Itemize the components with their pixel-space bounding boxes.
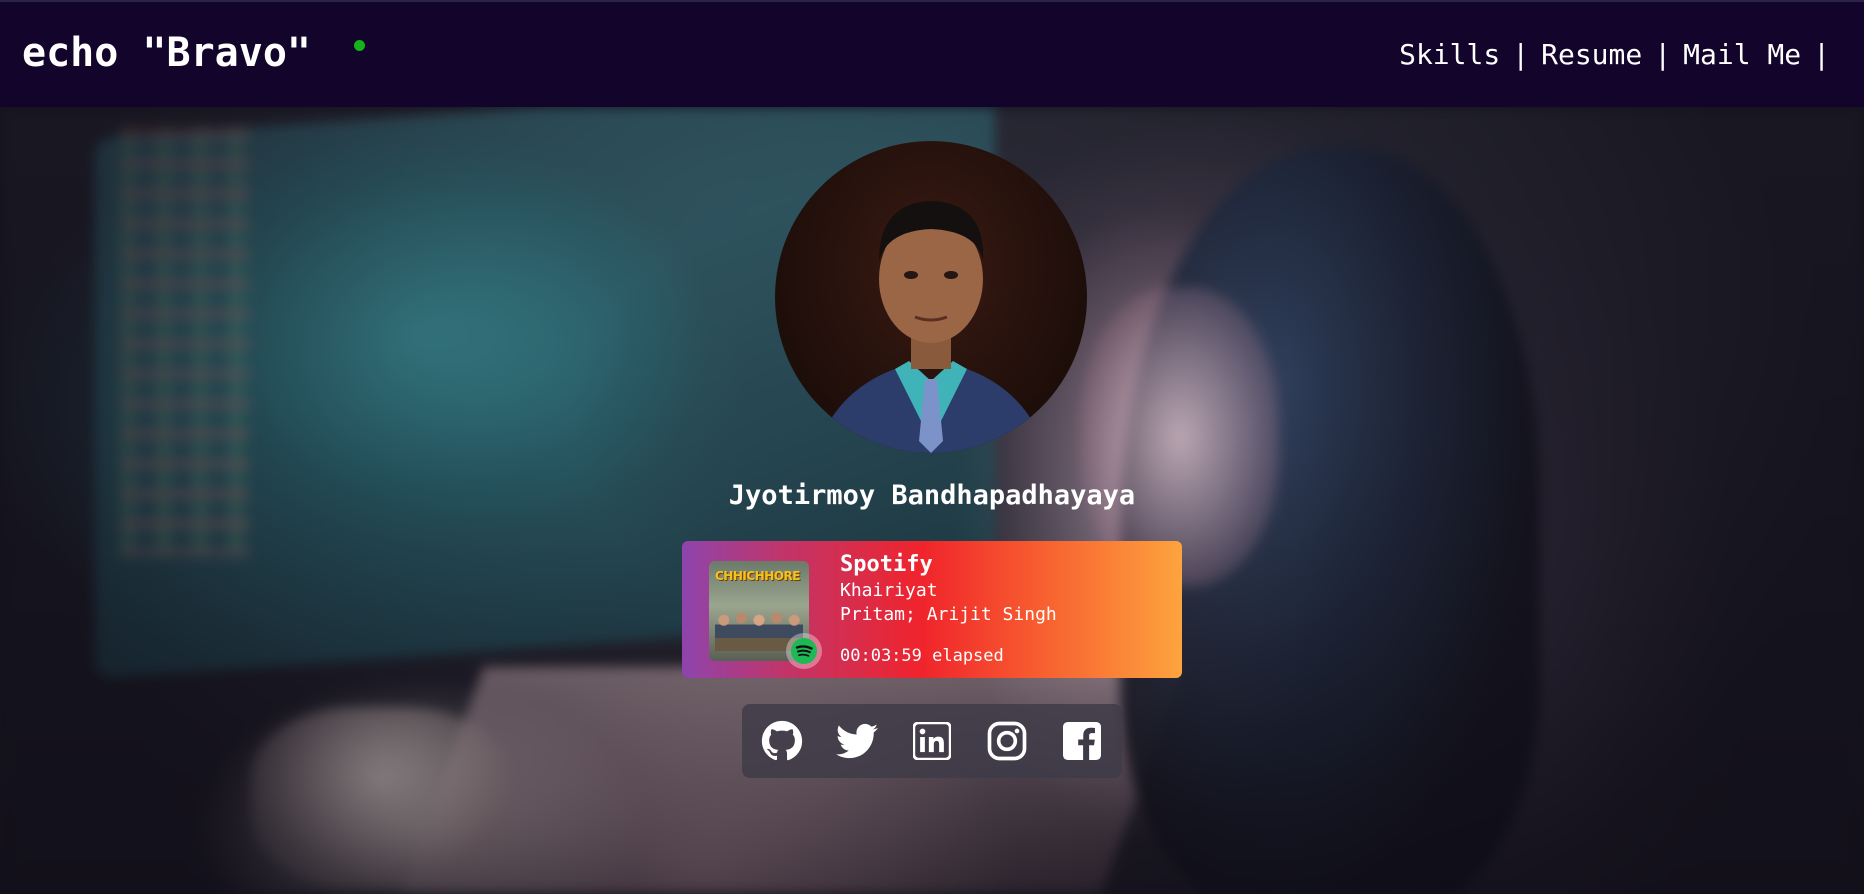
nav-link-skills[interactable]: Skills: [1399, 38, 1500, 71]
main-nav: Skills | Resume | Mail Me |: [1399, 38, 1842, 71]
album-art-title: CHHICHHORE: [715, 569, 800, 583]
nav-separator: |: [1512, 38, 1530, 71]
now-playing-source: Spotify: [840, 552, 933, 577]
top-navbar: echo "Bravo" Skills | Resume | Mail Me |: [0, 0, 1864, 107]
facebook-icon: [1063, 722, 1101, 760]
page: echo "Bravo" Skills | Resume | Mail Me | J: [0, 0, 1864, 894]
twitter-icon: [836, 723, 878, 759]
facebook-link[interactable]: [1060, 719, 1104, 763]
elapsed-time: 00:03:59 elapsed: [840, 646, 1004, 666]
linkedin-link[interactable]: [910, 719, 954, 763]
nav-link-resume[interactable]: Resume: [1541, 38, 1642, 71]
track-artist: Pritam; Arijit Singh: [840, 604, 1057, 625]
linkedin-icon: [913, 722, 951, 760]
track-title: Khairiyat: [840, 580, 938, 601]
nav-separator: |: [1813, 38, 1830, 71]
online-status-dot: [354, 40, 365, 51]
github-link[interactable]: [760, 719, 804, 763]
twitter-link[interactable]: [835, 719, 879, 763]
profile-name: Jyotirmoy Bandhapadhayaya: [728, 480, 1136, 511]
instagram-link[interactable]: [985, 719, 1029, 763]
github-icon: [761, 720, 803, 761]
brand-logo[interactable]: echo "Bravo": [22, 30, 311, 76]
profile-avatar: [775, 141, 1087, 453]
instagram-icon: [987, 721, 1027, 761]
spotify-now-playing-card[interactable]: CHHICHHORE Spotify Khairiyat Pritam; Ari…: [682, 541, 1182, 678]
social-links-bar: [742, 704, 1122, 778]
track-info: Spotify Khairiyat Pritam; Arijit Singh: [840, 551, 1057, 627]
nav-link-mail-me[interactable]: Mail Me: [1683, 38, 1801, 71]
spotify-icon: [786, 633, 822, 669]
nav-separator: |: [1654, 38, 1672, 71]
